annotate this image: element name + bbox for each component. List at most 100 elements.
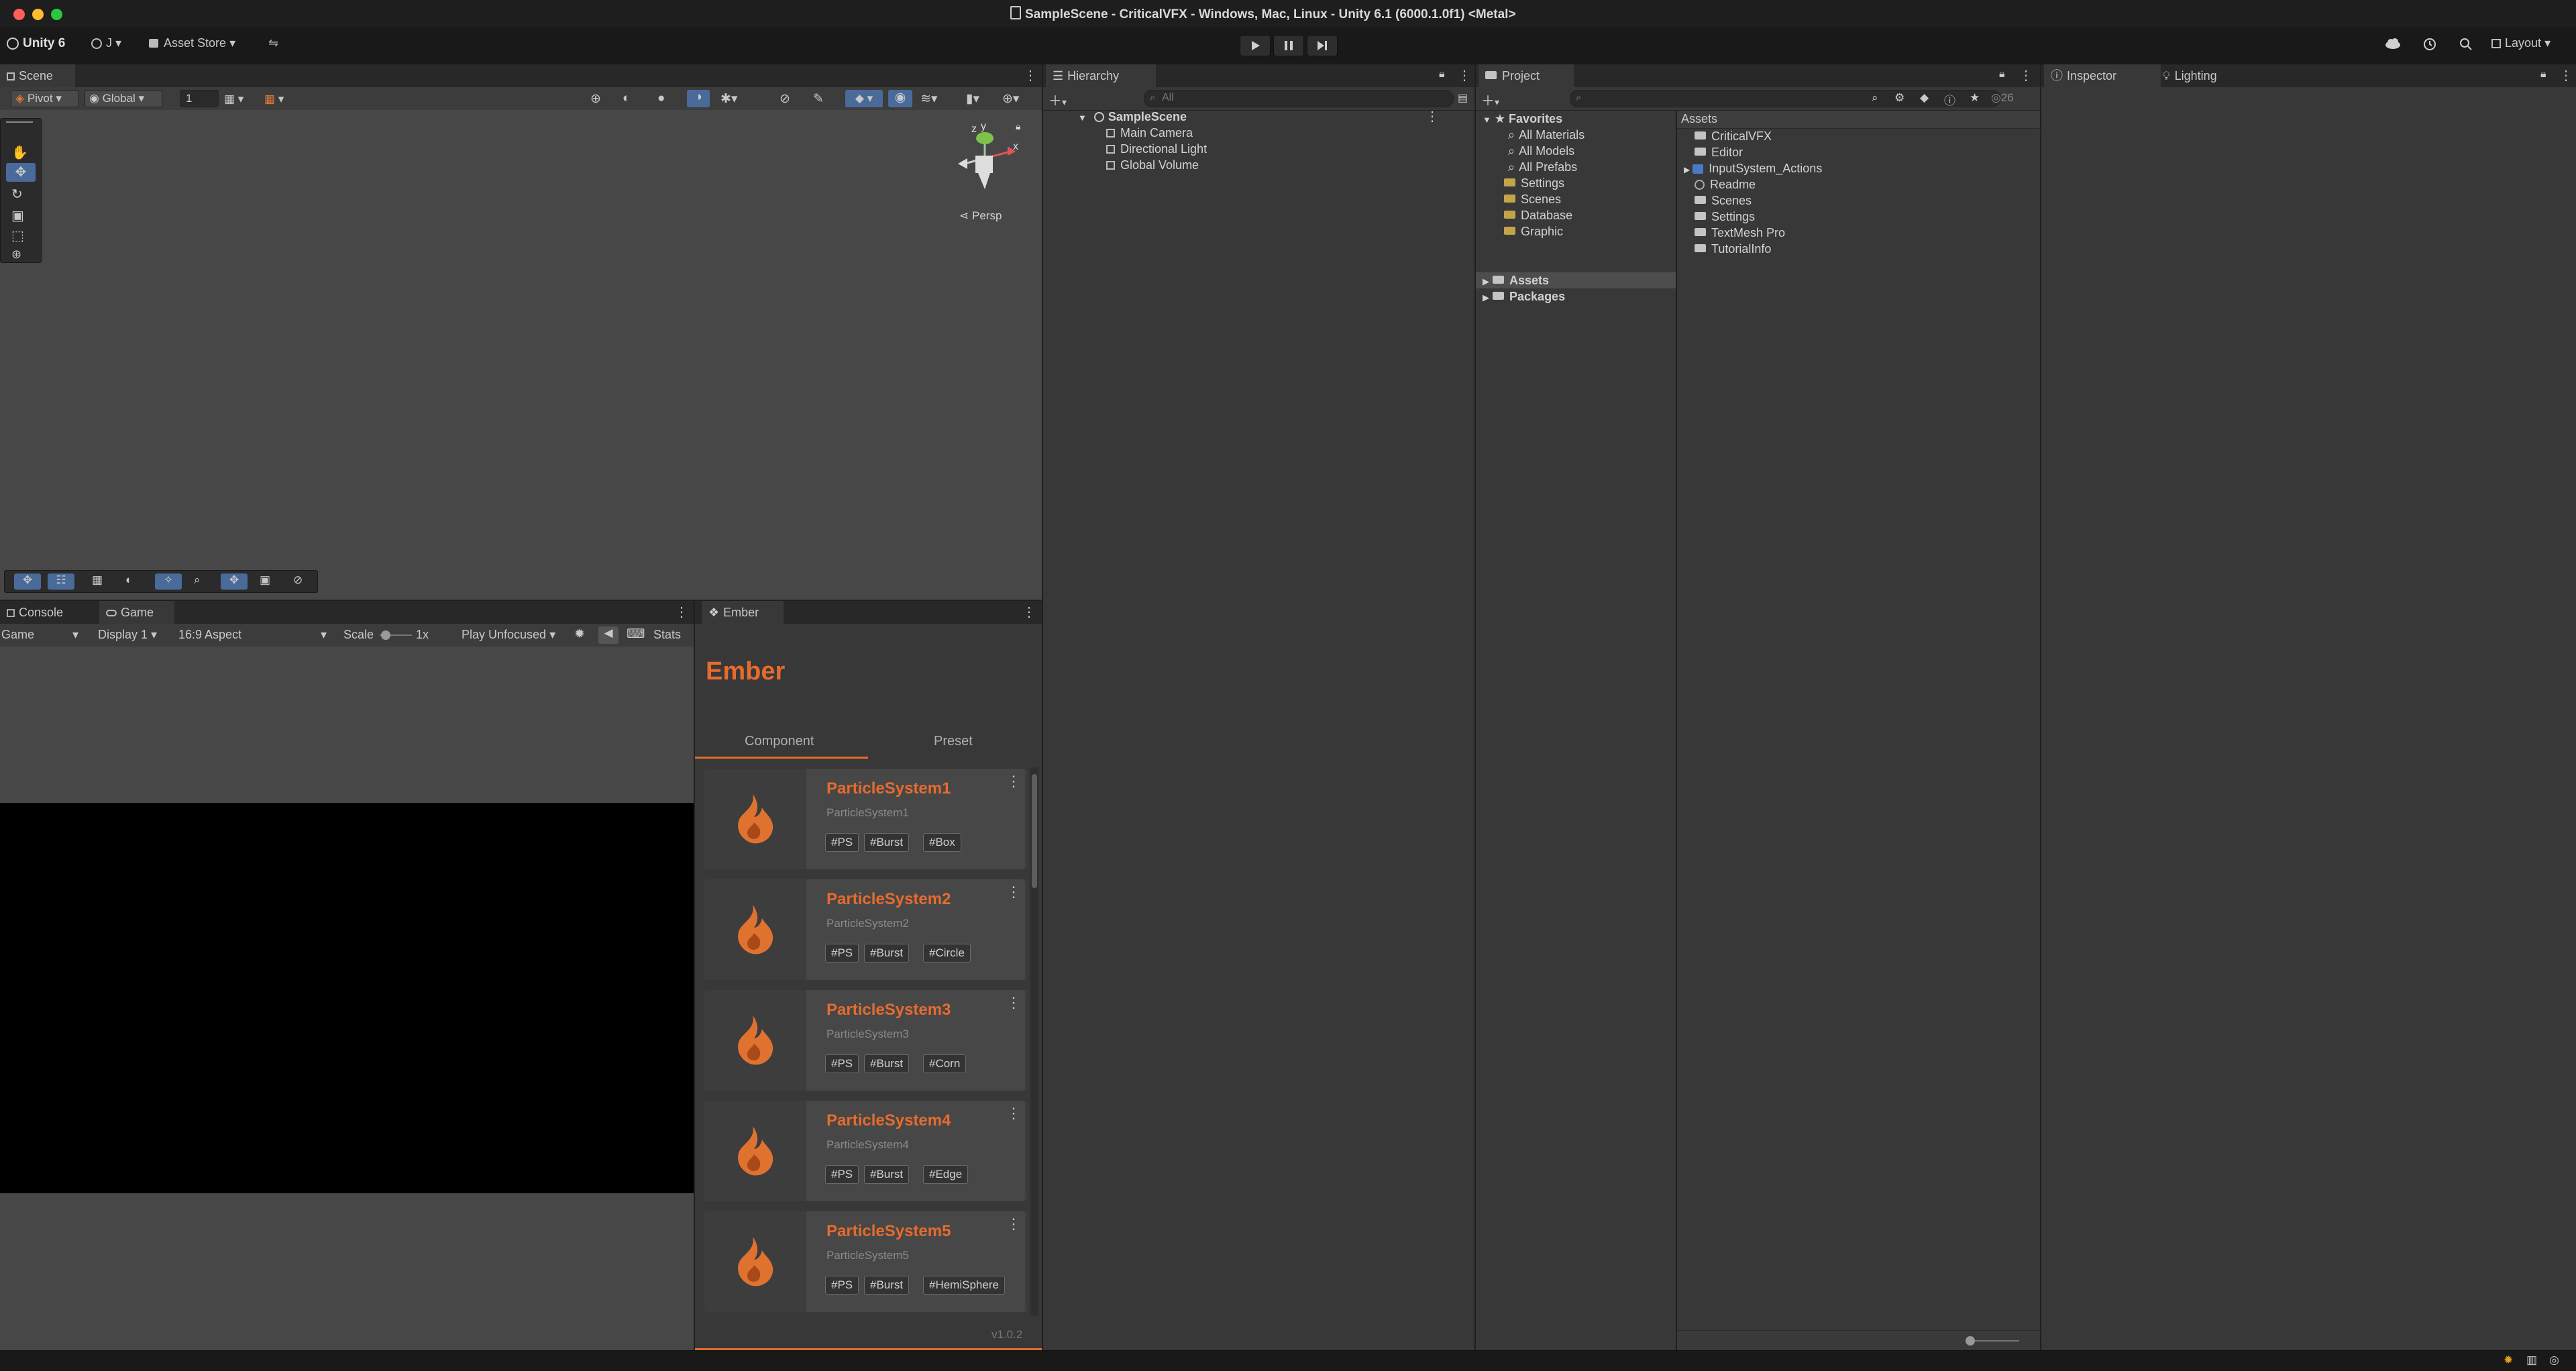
asset-item[interactable]: Scenes xyxy=(1695,193,1752,209)
more-options-icon[interactable]: ⋮ xyxy=(1022,604,1036,620)
zoom-window-button[interactable] xyxy=(51,9,62,20)
search-by-label-icon[interactable]: ⚙ xyxy=(1894,91,1904,105)
tab-ember[interactable]: ❖ Ember xyxy=(702,601,784,624)
card-menu-icon[interactable]: ⋮ xyxy=(1006,883,1021,901)
tag-chip[interactable]: #PS xyxy=(825,833,859,852)
tag-chip[interactable]: #HemiSphere xyxy=(923,1276,1005,1295)
tag-chip[interactable]: #PS xyxy=(825,1054,859,1073)
tab-project[interactable]: Project xyxy=(1479,64,1574,87)
global-dropdown[interactable]: ◉ Global ▾ xyxy=(85,90,162,107)
asset-item[interactable]: TutorialInfo xyxy=(1695,241,1771,257)
favorite-item[interactable]: Settings xyxy=(1504,175,1564,191)
unity-menu-button[interactable]: Unity 6 xyxy=(7,36,65,51)
scene-root-row[interactable]: ▼ SampleScene ⋮ xyxy=(1078,109,1467,125)
tag-chip[interactable]: #Edge xyxy=(923,1165,969,1184)
grid-snap-dropdown[interactable]: ▦ ▾ xyxy=(224,93,254,106)
grid-visibility-icon[interactable]: ▦ xyxy=(92,573,103,587)
favorite-item[interactable]: Graphic xyxy=(1504,223,1563,239)
lock-icon[interactable]: 🔒︎ xyxy=(1016,121,1020,132)
asset-item[interactable]: Settings xyxy=(1695,209,1755,225)
splitter[interactable] xyxy=(694,601,695,1350)
compass-icon[interactable]: ⊘ xyxy=(293,573,303,587)
hand-tool-icon[interactable]: ✋ xyxy=(11,144,28,161)
tag-chip[interactable]: #Burst xyxy=(864,1276,910,1295)
tag-chip[interactable]: #PS xyxy=(825,1165,859,1184)
transform-tool-icon[interactable]: ⊛ xyxy=(11,248,21,262)
drag-handle[interactable] xyxy=(6,121,33,123)
splitter[interactable] xyxy=(1042,64,1043,1350)
layers-icon[interactable]: ≋▾ xyxy=(920,91,937,107)
mute-audio-icon[interactable]: ◀︎ xyxy=(598,626,619,644)
hierarchy-item[interactable]: Directional Light xyxy=(1106,141,1207,157)
asset-item[interactable]: Readme xyxy=(1695,176,1756,193)
game-view-render[interactable] xyxy=(0,803,694,1193)
hierarchy-search[interactable]: ⌕ All xyxy=(1144,90,1454,107)
step-button[interactable] xyxy=(1307,35,1338,56)
star-icon[interactable]: ★ xyxy=(1970,91,1980,105)
asset-store-dropdown[interactable]: Asset Store ▾ xyxy=(149,36,235,50)
tab-preset[interactable]: Preset xyxy=(934,734,973,749)
close-window-button[interactable] xyxy=(13,9,25,20)
card-menu-icon[interactable]: ⋮ xyxy=(1006,994,1021,1011)
tag-chip[interactable]: #Burst xyxy=(864,1054,910,1073)
tab-scene[interactable]: Scene xyxy=(0,64,75,87)
lock-icon[interactable]: 🔒︎ xyxy=(1999,68,2005,80)
more-options-icon[interactable]: ⋮ xyxy=(675,604,688,620)
card-menu-icon[interactable]: ⋮ xyxy=(1006,773,1021,790)
scene-viewport[interactable]: ✋ ✥ ↻ ▣ ⬚ ⊛ z y x 🔒︎ ⋖ Persp ✥ ☷ ▦ ◐ ✧ ⌕… xyxy=(0,110,1042,600)
zoom-icon[interactable]: ⌕ xyxy=(194,573,201,587)
version-control-icon[interactable]: ⇋ xyxy=(268,36,278,50)
camera-preview-icon[interactable]: ▣ xyxy=(260,573,270,587)
stats-button[interactable]: Stats xyxy=(653,628,681,642)
pause-button[interactable] xyxy=(1273,35,1304,56)
move-view-icon[interactable]: ✥ xyxy=(221,573,248,590)
tab-game[interactable]: Game xyxy=(99,601,174,624)
camera-icon[interactable]: ▮▾ xyxy=(966,91,979,107)
account-dropdown[interactable]: J ▾ xyxy=(91,36,121,50)
card-menu-icon[interactable]: ⋮ xyxy=(1006,1215,1021,1233)
layout-dropdown[interactable]: Layout ▾ xyxy=(2491,36,2551,50)
hierarchy-item[interactable]: Global Volume xyxy=(1106,157,1199,173)
lock-icon[interactable]: 🔒︎ xyxy=(2540,68,2546,80)
search-by-type-icon[interactable]: ⌕ xyxy=(1872,91,1878,105)
scale-slider-thumb[interactable] xyxy=(381,630,390,640)
scale-tool-icon[interactable]: ▣ xyxy=(11,207,24,224)
view-options-icon[interactable]: ✥ xyxy=(14,573,41,590)
splitter[interactable] xyxy=(0,600,1042,601)
gizmos-icon[interactable]: ⊕▾ xyxy=(1002,91,1019,107)
lighting-toggle-icon[interactable]: ✎ xyxy=(813,91,824,107)
more-options-icon[interactable]: ⋮ xyxy=(1024,67,1037,84)
bug-icon[interactable]: ✹ xyxy=(574,626,585,642)
cache-server-icon[interactable]: ▥ xyxy=(2526,1354,2537,1367)
asset-item[interactable]: TextMesh Pro xyxy=(1695,225,1785,241)
tag-chip[interactable]: #Burst xyxy=(864,1165,910,1184)
tag-chip[interactable]: #Circle xyxy=(923,944,971,963)
filter-icon[interactable]: ▤ xyxy=(1458,91,1468,105)
bake-progress-icon[interactable]: ✹ xyxy=(2504,1354,2513,1367)
icon-size-slider[interactable] xyxy=(1966,1336,2019,1346)
favorites-header[interactable]: ▼ ★ Favorites xyxy=(1483,111,1562,127)
wireframe-icon[interactable]: ⊕ xyxy=(590,91,601,107)
particle-card-1[interactable]: ParticleSystem1 ParticleSystem1 #PS #Burs… xyxy=(704,769,1028,869)
breadcrumb-assets[interactable]: Assets xyxy=(1681,112,1717,126)
play-mode-dropdown[interactable]: Play Unfocused ▾ xyxy=(462,628,569,642)
debug-draw-icon[interactable]: ✱▾ xyxy=(720,91,737,107)
search-icon[interactable] xyxy=(2458,36,2474,56)
tag-chip[interactable]: #PS xyxy=(825,944,859,963)
aspect-dropdown[interactable]: 16:9 Aspect ▾ xyxy=(178,628,333,642)
shaded-icon[interactable]: ● xyxy=(657,91,665,106)
display-dropdown[interactable]: Display 1 ▾ xyxy=(98,628,172,642)
particle-card-4[interactable]: ParticleSystem4 ParticleSystem4 #PS #Burs… xyxy=(704,1101,1028,1201)
tab-hierarchy[interactable]: ☰ Hierarchy xyxy=(1046,64,1156,87)
ember-scrollbar-thumb[interactable] xyxy=(1032,774,1037,888)
cloud-icon[interactable] xyxy=(2384,36,2402,54)
game-mode-dropdown[interactable]: Game ▾ xyxy=(1,628,87,642)
tag-chip[interactable]: #Box xyxy=(923,833,961,852)
keyboard-icon[interactable]: ⌨︎ xyxy=(627,626,645,642)
particle-card-5[interactable]: ParticleSystem5 ParticleSystem5 #PS #Burs… xyxy=(704,1211,1028,1312)
play-button[interactable] xyxy=(1240,35,1271,56)
fx-toggle-icon[interactable]: ◆ ▾ xyxy=(845,90,883,107)
lit-icon[interactable]: ◑ xyxy=(687,90,710,107)
tab-console[interactable]: Console xyxy=(0,601,71,624)
history-icon[interactable] xyxy=(2422,36,2438,56)
